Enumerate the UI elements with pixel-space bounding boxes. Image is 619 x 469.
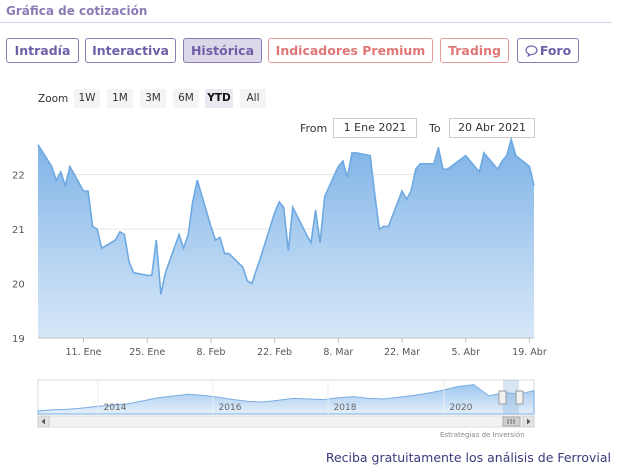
y-tick-label: 19	[12, 334, 25, 345]
x-tick-label: 22. Feb	[257, 347, 292, 358]
y-tick-label: 22	[12, 171, 25, 182]
ferrovial-analysis-link[interactable]: Reciba gratuitamente los análisis de Fer…	[326, 450, 611, 465]
navigator-year-label: 2020	[450, 403, 473, 413]
navigator-year-label: 2016	[219, 403, 242, 413]
price-chart: 19 20 21 22 11. Ene 25. Ene 8. Feb 22. Feb 8. Ma…	[12, 136, 547, 428]
x-tick-label: 11. Ene	[66, 347, 102, 358]
x-tick-label: 25. Ene	[129, 347, 165, 358]
x-tick-label: 8. Feb	[196, 347, 225, 358]
y-tick-label: 21	[12, 225, 25, 236]
navigator-left-handle[interactable]	[498, 390, 507, 405]
y-tick-label: 20	[12, 280, 25, 291]
x-tick-label: 19. Abr	[512, 347, 547, 358]
x-tick-label: 8. Mar	[323, 347, 353, 358]
chart-credits[interactable]: Estrategias de Inversión	[440, 431, 525, 439]
navigator-scrollbar[interactable]	[37, 415, 535, 428]
navigator-year-label: 2018	[334, 403, 357, 413]
navigator-right-handle[interactable]	[515, 390, 524, 405]
x-tick-label: 5. Abr	[451, 347, 480, 358]
navigator-year-label: 2014	[104, 403, 127, 413]
x-tick-label: 22. Mar	[384, 347, 420, 358]
